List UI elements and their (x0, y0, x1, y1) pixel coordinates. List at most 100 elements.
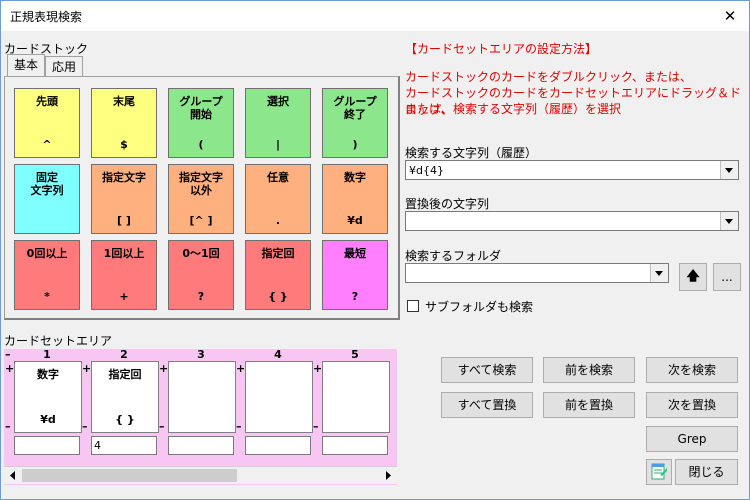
card-symbol: . (275, 214, 281, 227)
insert-before-icon[interactable]: + (236, 363, 245, 374)
card-13[interactable]: 指定回 { } (245, 240, 311, 310)
card-label: 指定文字 以外 (179, 171, 223, 197)
replace-all-button[interactable]: すべて置換 (441, 392, 533, 418)
tab-advanced[interactable]: 応用 (45, 56, 83, 77)
card-2[interactable]: グループ 開始 ( (168, 88, 234, 158)
card-set-area-label: カードセットエリア (4, 334, 113, 348)
card-14[interactable]: 最短? (322, 240, 388, 310)
folder-dropdown-icon[interactable] (650, 264, 668, 282)
card-11[interactable]: 1回以上 + (91, 240, 157, 310)
card-symbol: ? (351, 290, 359, 303)
scrollbar-thumb[interactable] (22, 469, 237, 482)
card-set-area: 1 数字 ¥d + –2 指定回{ } + –4 3 + –4 + –5 + – – (4, 348, 397, 485)
slot-parameter-input[interactable] (168, 436, 234, 455)
card-symbol: * (44, 290, 50, 303)
card-slot-5[interactable] (322, 361, 390, 433)
card-slot-4[interactable] (245, 361, 313, 433)
card-3[interactable]: 選択 | (245, 88, 311, 158)
slot-number: 2 (120, 348, 128, 361)
card-symbol: [^ ] (189, 214, 213, 227)
insert-before-icon[interactable]: + (82, 363, 91, 374)
card-symbol: ^ (42, 138, 52, 151)
card-0[interactable]: 先頭 ^ (14, 88, 80, 158)
horizontal-scrollbar[interactable] (4, 466, 397, 484)
card-slot-1[interactable]: 数字 ¥d (14, 361, 82, 433)
slot-number: 5 (351, 348, 359, 361)
card-label: グループ 終了 (333, 95, 377, 121)
search-previous-button[interactable]: 前を検索 (543, 357, 635, 383)
remove-card-icon[interactable]: – (313, 421, 319, 432)
folder-label: 検索するフォルダ (405, 249, 502, 263)
slot-parameter-input[interactable] (322, 436, 388, 455)
remove-card-icon[interactable]: – (159, 421, 165, 432)
scroll-right-icon[interactable] (380, 467, 397, 484)
replace-dropdown-icon[interactable] (720, 212, 738, 230)
replace-string-combo[interactable] (405, 211, 739, 231)
instructions-line-1: カードストックのカードをダブルクリック、または、 (405, 70, 692, 84)
slot-parameter-input[interactable] (14, 436, 80, 455)
folder-combo[interactable] (405, 263, 669, 283)
grep-button[interactable]: Grep (646, 426, 738, 452)
slot-parameter-input[interactable]: 4 (91, 436, 157, 455)
card-slot-3[interactable] (168, 361, 236, 433)
close-button[interactable]: 閉じる (675, 459, 738, 485)
replace-next-button[interactable]: 次を置換 (646, 392, 738, 418)
card-label: 任意 (267, 171, 289, 184)
slot-number: 3 (197, 348, 205, 361)
card-label: 先頭 (36, 95, 58, 108)
remove-card-icon[interactable]: – (5, 421, 11, 432)
card-symbol: | (275, 138, 281, 151)
card-symbol: [ ] (117, 214, 131, 227)
search-all-button[interactable]: すべて検索 (441, 357, 533, 383)
remove-card-icon[interactable]: – (82, 421, 88, 432)
slot-card-label: 数字 (37, 368, 59, 381)
scroll-left-icon[interactable] (4, 467, 21, 484)
replace-string-label: 置換後の文字列 (405, 197, 490, 211)
save-settings-button[interactable] (646, 459, 672, 485)
slot-card-symbol: ¥d (40, 413, 56, 426)
browse-folder-button[interactable]: ... (713, 263, 741, 291)
insert-before-icon[interactable]: + (5, 363, 14, 374)
search-next-button[interactable]: 次を検索 (646, 357, 738, 383)
slot-card-symbol: { } (115, 413, 135, 426)
arrow-up-icon: 🡅 (686, 269, 700, 284)
card-label: 最短 (344, 247, 366, 260)
card-symbol: ( (198, 138, 204, 151)
search-string-combo[interactable]: ¥d{4} (405, 160, 739, 180)
slot-card-label: 指定回 (108, 368, 142, 381)
card-label: 固定 文字列 (30, 171, 64, 197)
insert-before-icon[interactable]: + (159, 363, 168, 374)
close-window-button[interactable]: ✕ (717, 3, 743, 29)
card-7[interactable]: 指定文字 以外 [^ ] (168, 164, 234, 234)
card-label: 数字 (344, 171, 366, 184)
card-4[interactable]: グループ 終了) (322, 88, 388, 158)
card-label: 1回以上 (103, 247, 145, 260)
card-symbol: { } (268, 290, 288, 303)
card-label: 末尾 (113, 95, 135, 108)
card-symbol: $ (120, 138, 128, 151)
replace-previous-button[interactable]: 前を置換 (543, 392, 635, 418)
card-label: 0～1回 (182, 247, 220, 260)
slot-number: 4 (274, 348, 282, 361)
search-string-label: 検索する文字列（履歴） (405, 146, 538, 160)
card-10[interactable]: 0回以上 * (14, 240, 80, 310)
tab-basic[interactable]: 基本 (7, 54, 45, 77)
card-5[interactable]: 固定 文字列 (14, 164, 80, 234)
dialog-window: 正規表現検索 ✕ カードストック 基本 応用 先頭 ^ 末尾 $ グループ 開始(選択 | グ… (0, 0, 750, 500)
slot-parameter-input[interactable] (245, 436, 311, 455)
card-6[interactable]: 指定文字 [ ] (91, 164, 157, 234)
folder-up-button[interactable]: 🡅 (679, 263, 707, 291)
card-12[interactable]: 0～1回? (168, 240, 234, 310)
card-slot-2[interactable]: 指定回 { } (91, 361, 159, 433)
slot-number: 1 (43, 348, 51, 361)
subfolder-checkbox[interactable] (407, 300, 419, 312)
card-label: 指定回 (261, 247, 295, 260)
card-symbol: ? (197, 290, 205, 303)
remove-card-icon[interactable]: – (236, 421, 242, 432)
search-dropdown-icon[interactable] (720, 161, 738, 179)
insert-before-icon[interactable]: + (313, 363, 322, 374)
card-9[interactable]: 数字 ¥d (322, 164, 388, 234)
remove-all-icon[interactable]: – (5, 349, 11, 360)
card-8[interactable]: 任意. (245, 164, 311, 234)
card-1[interactable]: 末尾 $ (91, 88, 157, 158)
